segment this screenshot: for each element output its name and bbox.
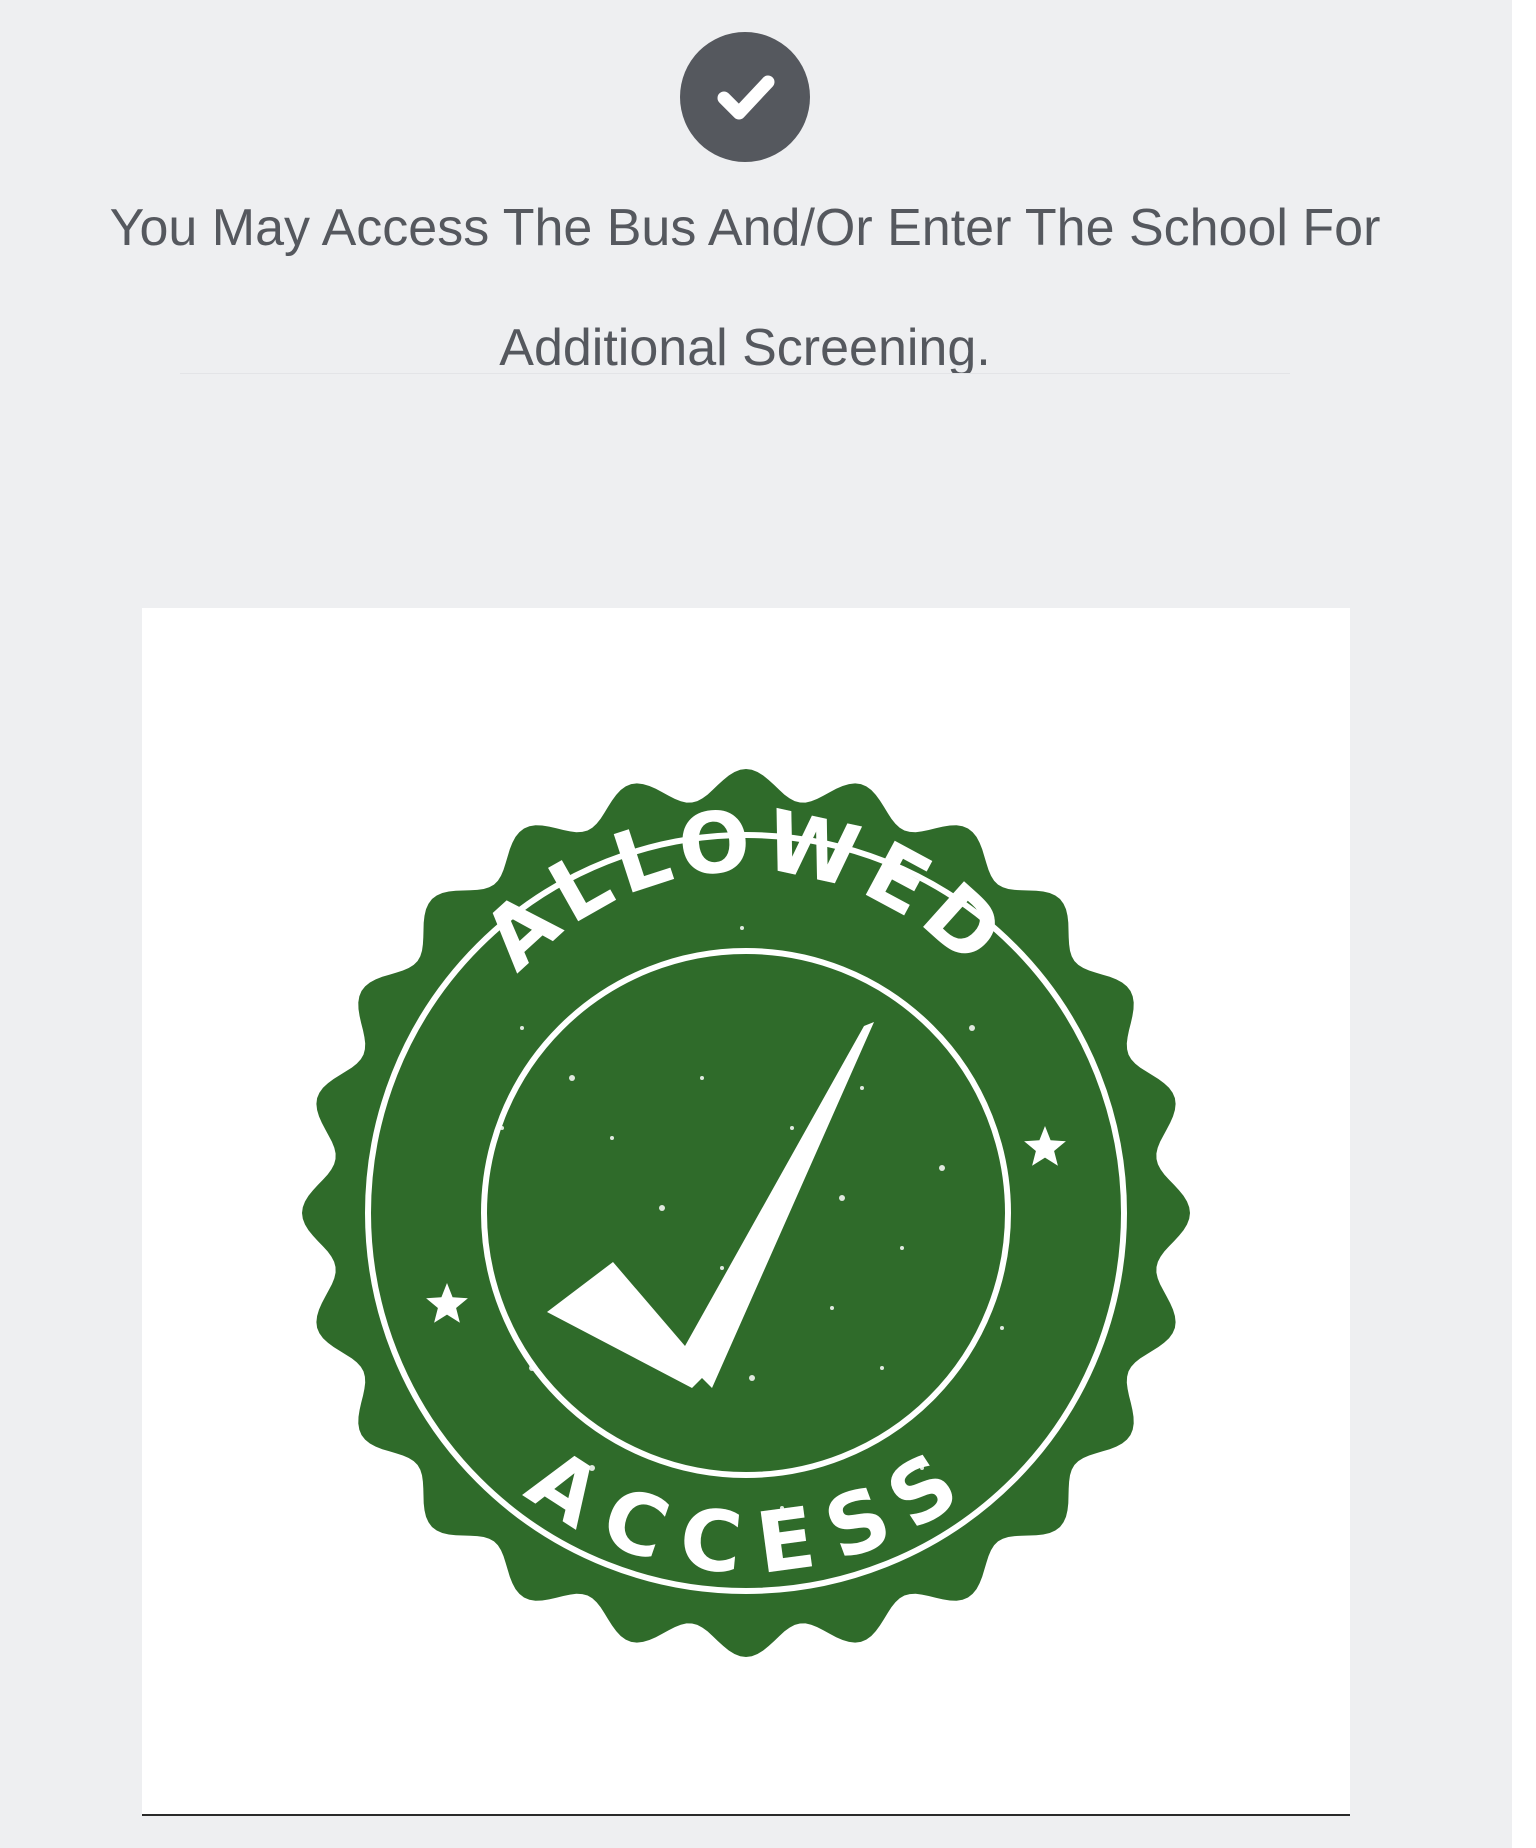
result-message-line2: Additional Screening.: [499, 319, 991, 374]
check-circle-icon: [680, 32, 810, 162]
bottom-divider: [142, 1814, 1350, 1816]
stamp-image: ALLOWED ACCESS: [142, 608, 1350, 1814]
page-edge: [1512, 0, 1536, 1848]
divider: [180, 373, 1290, 374]
screening-result-panel: You May Access The Bus And/Or Enter The …: [0, 0, 1512, 1848]
allowed-access-seal: ALLOWED ACCESS: [302, 769, 1190, 1657]
result-message-line1: You May Access The Bus And/Or Enter The …: [109, 199, 1381, 257]
